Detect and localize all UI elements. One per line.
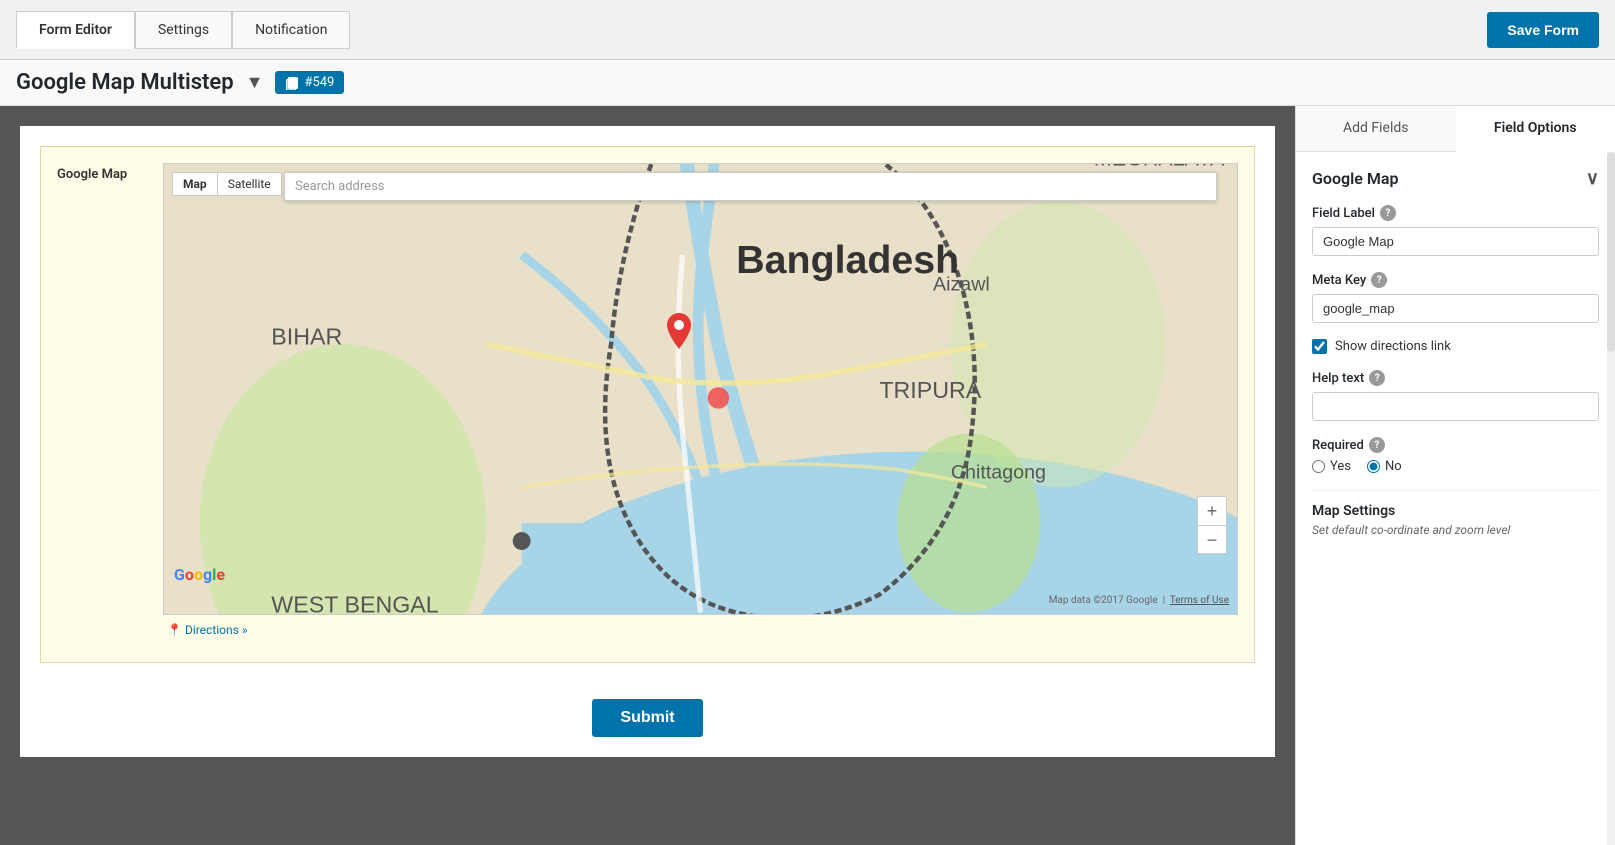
- map-search-box[interactable]: Search address: [284, 172, 1217, 201]
- required-yes-radio[interactable]: [1312, 460, 1325, 473]
- zoom-in-button[interactable]: +: [1198, 497, 1226, 525]
- map-inner: Bangladesh BIHAR WEST BENGAL Kolkata Aiz…: [164, 164, 1237, 614]
- tab-add-fields[interactable]: Add Fields: [1296, 106, 1456, 151]
- svg-text:BIHAR: BIHAR: [271, 323, 342, 349]
- right-panel: Add Fields Field Options Google Map ∨ Fi…: [1295, 106, 1615, 845]
- map-zoom-controls: + −: [1197, 496, 1227, 554]
- help-text-heading: Help text ?: [1312, 370, 1599, 386]
- right-scrollbar-thumb[interactable]: [1607, 152, 1615, 352]
- directions-link[interactable]: 📍 Directions »: [165, 623, 247, 637]
- field-label-input[interactable]: [1312, 227, 1599, 256]
- map-wrapper: Bangladesh BIHAR WEST BENGAL Kolkata Aiz…: [163, 163, 1238, 646]
- directions-wrapper: 📍 Directions »: [163, 615, 1238, 646]
- search-placeholder: Search address: [295, 179, 385, 194]
- field-label-heading: Field Label ?: [1312, 205, 1599, 221]
- map-pin: [667, 313, 691, 353]
- map-background: Bangladesh BIHAR WEST BENGAL Kolkata Aiz…: [164, 164, 1237, 614]
- form-title-bar: Google Map Multistep ▼ #549: [0, 60, 1615, 106]
- required-radio-group: Yes No: [1312, 459, 1599, 474]
- zoom-out-button[interactable]: −: [1198, 525, 1226, 553]
- map-field: Google Map: [40, 146, 1255, 663]
- map-tab-map[interactable]: Map: [173, 173, 217, 195]
- map-settings-description: Set default co-ordinate and zoom level: [1312, 523, 1599, 537]
- form-id-badge: #549: [275, 71, 344, 94]
- copy-icon: [285, 76, 299, 90]
- required-row: Required ? Yes No: [1312, 437, 1599, 474]
- tab-field-options[interactable]: Field Options: [1456, 106, 1615, 152]
- form-canvas: Google Map: [20, 126, 1275, 757]
- map-settings-section: Map Settings Set default co-ordinate and…: [1312, 503, 1599, 537]
- map-container: Bangladesh BIHAR WEST BENGAL Kolkata Aiz…: [163, 163, 1238, 615]
- svg-text:Aizawl: Aizawl: [933, 274, 990, 296]
- required-heading: Required ?: [1312, 437, 1599, 453]
- svg-text:Bangladesh: Bangladesh: [736, 238, 959, 282]
- meta-key-heading: Meta Key ?: [1312, 272, 1599, 288]
- help-text-input[interactable]: [1312, 392, 1599, 421]
- nav-tabs: Form Editor Settings Notification: [16, 11, 350, 49]
- google-logo: Google: [174, 565, 225, 584]
- svg-text:Chittagong: Chittagong: [951, 461, 1046, 483]
- show-directions-row: Show directions link: [1312, 339, 1599, 354]
- field-label-row: Field Label ?: [1312, 205, 1599, 256]
- meta-key-row: Meta Key ?: [1312, 272, 1599, 323]
- tab-form-editor[interactable]: Form Editor: [16, 11, 135, 49]
- editor-area: Google Map: [0, 106, 1295, 845]
- map-settings-title: Map Settings: [1312, 503, 1599, 519]
- field-options-content: Google Map ∨ Field Label ? Meta Key ?: [1296, 152, 1615, 845]
- meta-key-help-icon[interactable]: ?: [1371, 272, 1387, 288]
- submit-button[interactable]: Submit: [592, 699, 702, 737]
- map-settings-divider: [1312, 490, 1599, 491]
- help-text-row: Help text ?: [1312, 370, 1599, 421]
- save-form-button[interactable]: Save Form: [1487, 12, 1599, 48]
- required-no-option[interactable]: No: [1367, 459, 1402, 474]
- svg-text:TRIPURA: TRIPURA: [879, 377, 981, 403]
- field-section-collapse-icon[interactable]: ∨: [1586, 168, 1599, 189]
- show-directions-label[interactable]: Show directions link: [1335, 339, 1451, 354]
- required-help-icon[interactable]: ?: [1369, 437, 1385, 453]
- map-attribution: Map data ©2017 Google | Terms of Use: [1049, 595, 1229, 606]
- field-label-help-icon[interactable]: ?: [1380, 205, 1396, 221]
- form-title-dropdown-icon[interactable]: ▼: [246, 72, 264, 93]
- map-tab-satellite[interactable]: Satellite: [217, 173, 281, 195]
- meta-key-input[interactable]: [1312, 294, 1599, 323]
- form-title: Google Map Multistep: [16, 70, 234, 95]
- help-text-help-icon[interactable]: ?: [1369, 370, 1385, 386]
- svg-text:MEGHALAYA: MEGHALAYA: [1094, 164, 1225, 170]
- svg-text:WEST BENGAL: WEST BENGAL: [271, 592, 438, 614]
- required-yes-option[interactable]: Yes: [1312, 459, 1351, 474]
- tab-settings[interactable]: Settings: [135, 11, 232, 49]
- submit-wrapper: Submit: [40, 683, 1255, 737]
- top-nav: Form Editor Settings Notification Save F…: [0, 0, 1615, 60]
- field-section-name: Google Map: [1312, 169, 1398, 188]
- show-directions-checkbox[interactable]: [1312, 339, 1327, 354]
- right-scrollbar: [1607, 152, 1615, 845]
- right-panel-tabs: Add Fields Field Options: [1296, 106, 1615, 152]
- field-section-header: Google Map ∨: [1312, 168, 1599, 189]
- editor-scroll[interactable]: Google Map: [0, 106, 1295, 845]
- map-field-label: Google Map: [57, 163, 147, 182]
- map-type-tabs: Map Satellite: [172, 172, 282, 196]
- tab-notification[interactable]: Notification: [232, 11, 350, 49]
- main-layout: Google Map: [0, 106, 1615, 845]
- required-no-radio[interactable]: [1367, 460, 1380, 473]
